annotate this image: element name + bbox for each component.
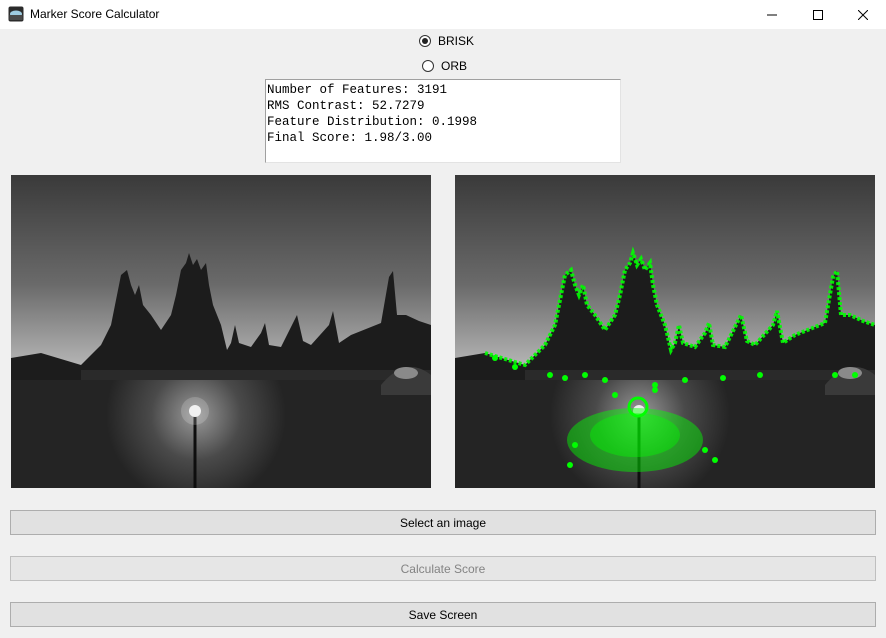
result-line-contrast: RMS Contrast: 52.7279 — [267, 99, 425, 113]
radio-orb-label: ORB — [441, 59, 468, 73]
calculate-score-button[interactable]: Calculate Score — [10, 556, 876, 581]
title-bar: Marker Score Calculator — [0, 0, 886, 29]
result-line-score: Final Score: 1.98/3.00 — [267, 131, 433, 145]
radio-brisk-label: BRISK — [438, 34, 475, 48]
radio-brisk[interactable]: BRISK — [419, 34, 474, 48]
maximize-button[interactable] — [795, 0, 841, 29]
window-title: Marker Score Calculator — [30, 7, 160, 21]
maximize-icon — [813, 9, 823, 20]
close-icon — [858, 9, 868, 20]
result-line-distribution: Feature Distribution: 0.1998 — [267, 115, 478, 129]
original-image — [11, 175, 431, 488]
select-image-button[interactable]: Select an image — [10, 510, 876, 535]
radio-button-icon[interactable] — [422, 60, 434, 72]
minimize-icon — [767, 14, 777, 15]
minimize-button[interactable] — [749, 0, 795, 29]
keypoints-image — [455, 175, 875, 488]
radio-orb[interactable]: ORB — [422, 59, 467, 73]
app-icon — [8, 6, 24, 22]
result-line-features: Number of Features: 3191 — [267, 83, 448, 97]
results-textbox[interactable]: Number of Features: 3191 RMS Contrast: 5… — [265, 79, 621, 163]
radio-button-icon[interactable] — [419, 35, 431, 47]
close-button[interactable] — [840, 0, 886, 29]
save-screen-button[interactable]: Save Screen — [10, 602, 876, 627]
